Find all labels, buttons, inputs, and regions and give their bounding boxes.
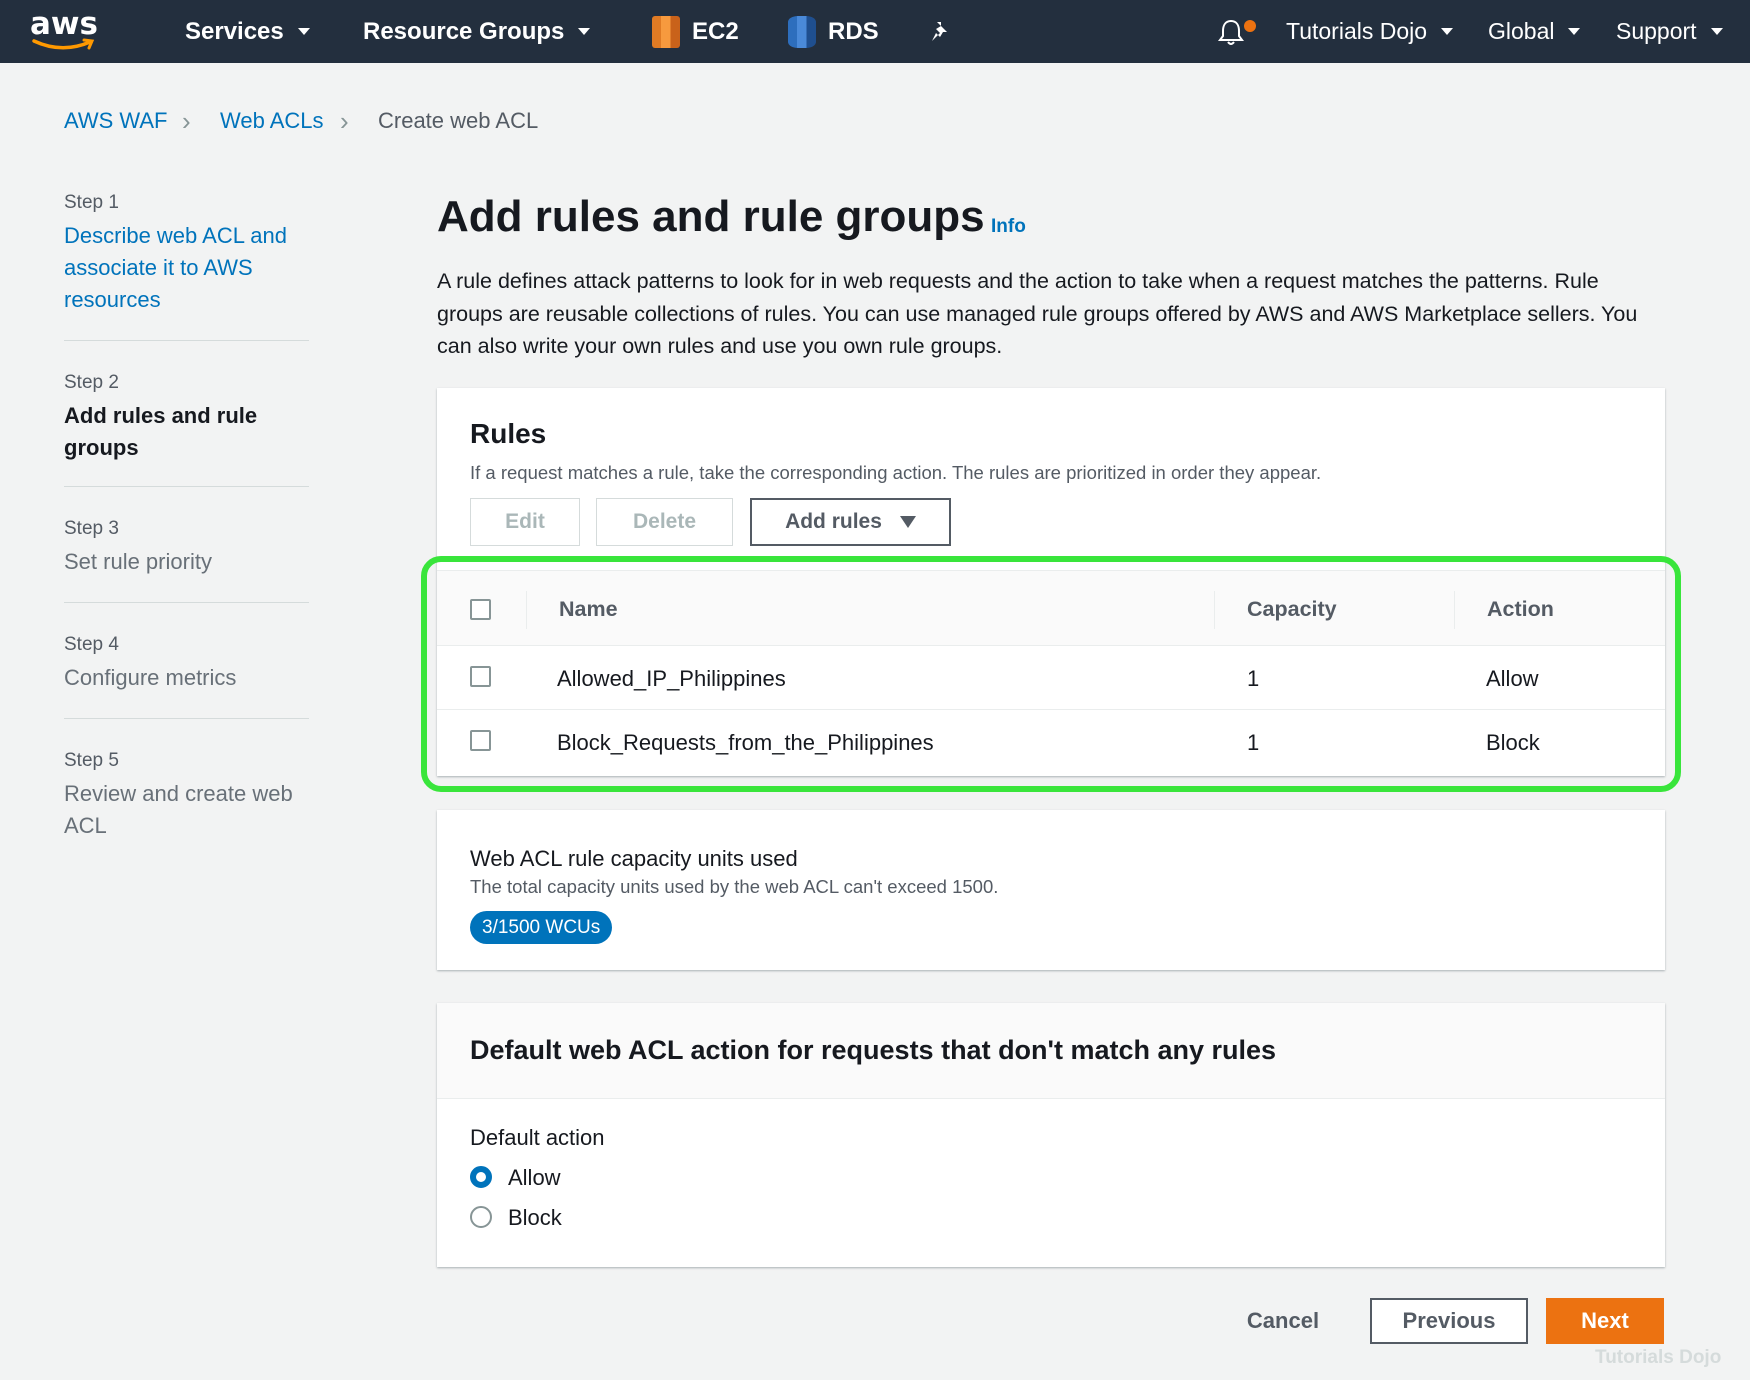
aws-logo-text: aws [30,6,99,42]
step-divider [64,718,309,719]
add-rules-button[interactable]: Add rules [750,498,951,546]
pin-shortcuts-button[interactable] [928,0,954,63]
rules-description: If a request matches a rule, take the co… [470,462,1322,483]
bell-icon [1218,19,1244,45]
breadcrumb-aws-waf[interactable]: AWS WAF [64,108,167,134]
ec2-shortcut[interactable]: EC2 [652,0,739,63]
chevron-down-icon [1568,28,1581,35]
step-divider [64,486,309,487]
breadcrumb-web-acls[interactable]: Web ACLs [220,108,324,134]
step-5-number: Step 5 [64,750,119,771]
services-label: Services [185,17,284,45]
aws-smile-icon [32,38,95,50]
step-3-number: Step 3 [64,518,119,539]
caret-down-icon [899,516,916,528]
services-menu[interactable]: Services [185,0,310,63]
capacity-panel: Web ACL rule capacity units used The tot… [437,810,1665,970]
rules-title: Rules [470,418,547,449]
step-3-title: Set rule priority [64,549,212,574]
default-action-panel: Default web ACL action for requests that… [437,1003,1665,1267]
watermark: Tutorials Dojo [1595,1347,1722,1368]
resource-groups-label: Resource Groups [363,17,565,45]
breadcrumb-current: Create web ACL [378,108,539,133]
aws-logo[interactable]: aws [30,8,100,56]
account-label: Tutorials Dojo [1286,18,1428,44]
support-menu[interactable]: Support [1616,0,1723,63]
step-2-number: Step 2 [64,372,119,393]
info-link[interactable]: Info [991,216,1026,238]
chevron-down-icon [1441,28,1454,35]
default-action-header: Default web ACL action for requests that… [437,1003,1665,1099]
delete-button[interactable]: Delete [596,498,733,546]
capacity-description: The total capacity units used by the web… [470,876,999,897]
step-4-title: Configure metrics [64,665,237,690]
rds-label: RDS [828,17,879,45]
resource-groups-menu[interactable]: Resource Groups [363,0,591,63]
radio-block[interactable] [470,1206,492,1228]
page-description: A rule defines attack patterns to look f… [437,269,1638,358]
region-menu[interactable]: Global [1488,0,1581,63]
rds-icon [788,15,816,48]
chevron-down-icon [297,28,310,35]
ec2-label: EC2 [692,17,739,45]
cancel-button[interactable]: Cancel [1233,1298,1333,1344]
add-rules-label: Add rules [785,510,882,533]
edit-button[interactable]: Edit [470,498,580,546]
step-1-link[interactable]: Describe web ACL and associate it to AWS… [64,220,304,316]
highlight-annotation [421,556,1681,792]
next-button[interactable]: Next [1546,1298,1664,1344]
chevron-right-icon: › [182,106,191,136]
support-label: Support [1616,18,1697,44]
chevron-down-icon [1710,28,1723,35]
notifications-button[interactable] [1216,0,1256,63]
previous-button[interactable]: Previous [1370,1298,1528,1344]
step-5-title: Review and create web ACL [64,781,293,838]
radio-block-label[interactable]: Block [508,1205,562,1231]
capacity-title: Web ACL rule capacity units used [470,846,798,871]
account-menu[interactable]: Tutorials Dojo [1286,0,1454,63]
top-navigation-bar: aws Services Resource Groups EC2 RDS Tut… [0,0,1750,63]
pin-icon [932,21,947,41]
step-1-number: Step 1 [64,192,119,213]
rds-shortcut[interactable]: RDS [788,0,879,63]
step-2-title: Add rules and rule groups [64,403,258,460]
step-divider [64,340,309,341]
default-action-title: Default web ACL action for requests that… [470,1035,1277,1065]
step-divider [64,602,309,603]
page-title: Add rules and rule groups [437,192,985,241]
ec2-icon [652,15,680,48]
radio-allow[interactable] [470,1166,492,1188]
region-label: Global [1488,18,1555,44]
step-4-number: Step 4 [64,634,119,655]
notification-dot [1244,20,1256,32]
default-action-label: Default action [470,1125,605,1150]
radio-allow-label[interactable]: Allow [508,1165,561,1191]
chevron-right-icon: › [340,106,349,136]
chevron-down-icon [578,28,591,35]
capacity-badge: 3/1500 WCUs [470,911,613,944]
